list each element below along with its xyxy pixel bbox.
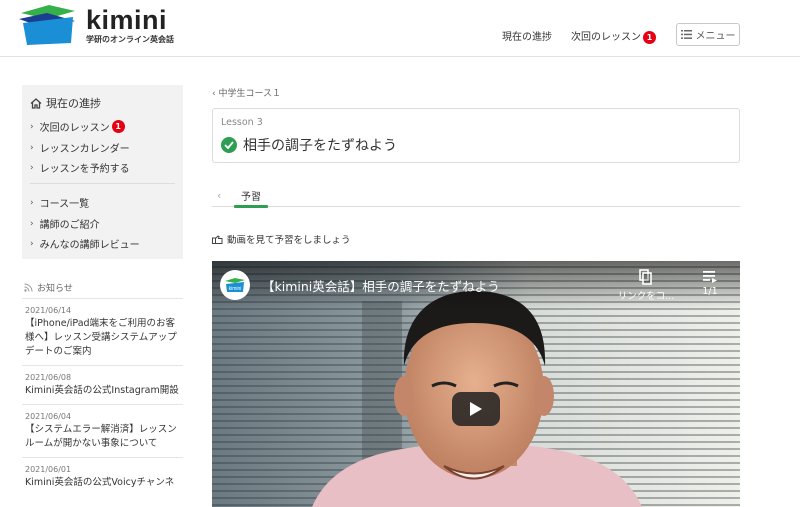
site-header: kimini 学研のオンライン英会話 現在の進捗 次回のレッスン 1 メニュー — [0, 0, 800, 57]
play-icon — [470, 402, 482, 416]
sidebar-title-text: 現在の進捗 — [46, 97, 101, 110]
next-lesson-badge: 1 — [111, 120, 125, 133]
sidebar-item-next-lesson[interactable]: › 次回のレッスン 1 — [30, 119, 125, 134]
news-date: 2021/06/04 — [25, 412, 72, 421]
nav-next-lesson[interactable]: 次回のレッスン 1 — [571, 28, 656, 44]
lesson-title-row: 相手の調子をたずねよう — [221, 135, 397, 155]
news-list: 2021/06/14 【iPhone/iPad端末をご利用のお客様へ】レッスン受… — [22, 298, 183, 496]
news-header-text: お知らせ — [37, 284, 73, 294]
rss-icon — [24, 283, 33, 292]
pointing-hand-icon — [212, 234, 223, 244]
nav-next-lesson-label: 次回のレッスン — [571, 32, 641, 43]
channel-icon-text: kimini — [229, 286, 242, 292]
copy-icon — [639, 269, 652, 285]
news-date: 2021/06/14 — [25, 306, 72, 315]
home-icon — [30, 97, 42, 109]
tab-preview[interactable]: 予習 — [234, 188, 268, 203]
lesson-header-card: Lesson 3 相手の調子をたずねよう — [212, 108, 740, 163]
tab-active-indicator — [234, 205, 268, 208]
chevron-left-icon[interactable]: ‹ — [217, 189, 221, 202]
kimini-channel-icon: kimini — [225, 278, 245, 292]
news-title: 【iPhone/iPad端末をご利用のお客様へ】レッスン受講システムアップデート… — [25, 318, 177, 357]
sidebar-title: 現在の進捗 — [30, 95, 101, 111]
chevron-right-icon: › — [30, 238, 34, 249]
news-title: 【システムエラー解消済】レッスンルームが開かない事象について — [25, 424, 177, 449]
kimini-logo[interactable]: kimini 学研のオンライン英会話 — [19, 3, 179, 47]
kimini-logo-mark-icon — [19, 5, 75, 45]
news-title: Kimini英会話の公式Instagram開設 — [25, 385, 179, 396]
lesson-title: 相手の調子をたずねよう — [243, 138, 397, 154]
sidebar-item-teacher-reviews[interactable]: › みんなの講師レビュー — [30, 236, 140, 252]
menu-button[interactable]: メニュー — [676, 23, 740, 46]
sidebar-item-lesson-calendar[interactable]: › レッスンカレンダー — [30, 140, 130, 156]
sidebar-item-label: レッスンカレンダー — [39, 144, 130, 155]
video-player[interactable]: kimini 【kimini英会話】相手の調子をたずねよう リンクをコ... 1… — [212, 261, 740, 507]
playlist-icon — [703, 271, 717, 283]
breadcrumb[interactable]: ‹ 中学生コース１ — [212, 86, 281, 99]
menu-label: メニュー — [695, 31, 736, 42]
sidebar-item-book-lesson[interactable]: › レッスンを予約する — [30, 160, 130, 176]
sidebar-progress-panel: 現在の進捗 › 次回のレッスン 1 › レッスンカレンダー › レッスンを予約す… — [22, 85, 183, 259]
sidebar-item-course-list[interactable]: › コース一覧 — [30, 195, 90, 211]
chevron-right-icon: › — [30, 142, 34, 153]
sidebar-item-label: コース一覧 — [39, 199, 90, 210]
channel-avatar[interactable]: kimini — [220, 270, 250, 300]
sidebar-item-label: 講師のご紹介 — [39, 220, 100, 231]
video-title[interactable]: 【kimini英会話】相手の調子をたずねよう — [262, 276, 500, 295]
next-lesson-badge: 1 — [643, 30, 656, 44]
chevron-right-icon: › — [30, 197, 34, 208]
play-button[interactable] — [452, 392, 500, 426]
news-item[interactable]: 2021/06/01 Kimini英会話の公式Voicyチャンネ — [22, 457, 183, 496]
news-item[interactable]: 2021/06/08 Kimini英会話の公式Instagram開設 — [22, 365, 183, 404]
copy-link-label: リンクをコ... — [617, 291, 675, 302]
nav-current-progress[interactable]: 現在の進捗 — [502, 28, 552, 43]
news-date: 2021/06/01 — [25, 465, 72, 474]
news-item[interactable]: 2021/06/04 【システムエラー解消済】レッスンルームが開かない事象につい… — [22, 404, 183, 457]
logo-wordmark: kimini — [86, 5, 168, 35]
logo-tagline: 学研のオンライン英会話 — [86, 35, 174, 44]
sidebar-item-teachers[interactable]: › 講師のご紹介 — [30, 216, 100, 232]
check-circle-icon — [221, 137, 237, 153]
playlist-button[interactable]: 1/1 — [690, 269, 730, 297]
lesson-tabs: ‹ 予習 — [212, 185, 740, 208]
chevron-right-icon: › — [30, 162, 34, 173]
sidebar-item-label: レッスンを予約する — [39, 164, 130, 175]
news-title: Kimini英会話の公式Voicyチャンネ — [25, 477, 175, 488]
list-icon — [680, 30, 692, 39]
news-item[interactable]: 2021/06/14 【iPhone/iPad端末をご利用のお客様へ】レッスン受… — [22, 298, 183, 365]
breadcrumb-course-link[interactable]: 中学生コース１ — [218, 89, 281, 99]
news-date: 2021/06/08 — [25, 373, 72, 382]
instruction-text-row: 動画を見て予習をしましょう — [212, 232, 351, 246]
playlist-count: 1/1 — [702, 286, 718, 297]
copy-link-button[interactable]: リンクをコ... — [610, 269, 682, 302]
sidebar-item-label: 次回のレッスン — [39, 123, 110, 134]
chevron-right-icon: › — [30, 121, 34, 132]
sidebar-divider — [30, 183, 175, 184]
lesson-number: Lesson 3 — [221, 117, 263, 128]
sidebar-item-label: みんなの講師レビュー — [39, 240, 140, 251]
chevron-right-icon: › — [30, 218, 34, 229]
news-header: お知らせ — [24, 281, 73, 294]
instruction-text: 動画を見て予習をしましょう — [227, 235, 351, 246]
